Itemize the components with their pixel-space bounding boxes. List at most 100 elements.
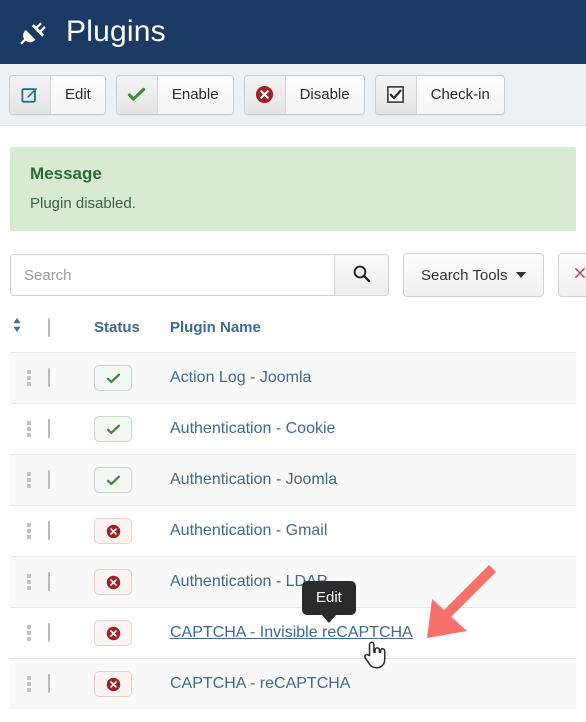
row-checkbox-cell — [48, 454, 94, 506]
search-submit-button[interactable] — [334, 255, 388, 295]
row-drag-cell — [10, 352, 48, 404]
table-row: Authentication - Gmail — [10, 505, 576, 557]
row-drag-cell — [10, 505, 48, 557]
row-checkbox[interactable] — [48, 470, 50, 489]
row-checkbox[interactable] — [48, 674, 50, 693]
column-header-status[interactable]: Status — [94, 316, 170, 353]
message-text: Plugin disabled. — [30, 195, 136, 212]
check-icon — [106, 475, 120, 485]
row-status-cell — [94, 403, 170, 455]
plug-icon — [16, 15, 50, 49]
column-header-plugin-name[interactable]: Plugin Name — [170, 316, 576, 353]
status-badge-enabled[interactable] — [94, 467, 132, 493]
toolbar: Edit Enable Disable Check-in — [0, 64, 586, 126]
disable-button[interactable]: Disable — [243, 74, 365, 115]
drag-handle-icon[interactable] — [10, 472, 48, 488]
table-head: Status Plugin Name — [10, 316, 576, 353]
plugin-name-link[interactable]: CAPTCHA - Invisible reCAPTCHA — [170, 624, 413, 641]
status-badge-enabled[interactable] — [94, 416, 132, 442]
search-tools-label: Search Tools — [421, 266, 508, 284]
row-checkbox-cell — [48, 658, 94, 709]
status-badge-enabled[interactable] — [94, 365, 132, 391]
edit-tooltip-label: Edit — [316, 589, 342, 606]
search-group — [10, 254, 389, 296]
table-row: Authentication - Cookie — [10, 403, 576, 455]
row-status-cell — [94, 454, 170, 506]
edit-button-label: Edit — [51, 75, 105, 114]
circle-x-icon — [106, 524, 120, 538]
plugin-name-link[interactable]: Authentication - Gmail — [170, 522, 327, 539]
row-status-cell — [94, 607, 170, 659]
drag-handle-icon[interactable] — [10, 676, 48, 692]
message-title: Message — [30, 164, 102, 183]
check-icon — [106, 373, 120, 383]
clear-icon — [573, 266, 586, 285]
chevron-down-icon — [516, 272, 527, 278]
select-all-checkbox[interactable] — [48, 317, 50, 337]
row-name-cell: Action Log - Joomla — [170, 352, 576, 404]
row-name-cell: CAPTCHA - reCAPTCHA — [170, 658, 576, 709]
clear-button[interactable] — [558, 253, 586, 297]
pencil-square-icon — [10, 75, 51, 114]
drag-handle-icon[interactable] — [10, 625, 48, 641]
search-input[interactable] — [11, 255, 334, 295]
enable-button[interactable]: Enable — [115, 74, 234, 115]
drag-handle-icon[interactable] — [10, 574, 48, 590]
row-drag-cell — [10, 403, 48, 455]
row-checkbox-cell — [48, 556, 94, 608]
column-header-ordering[interactable] — [10, 316, 48, 353]
plugins-page: Plugins Edit Enable Disable Check-in Mes… — [0, 0, 586, 722]
check-icon — [116, 75, 158, 114]
plugin-name-link[interactable]: Authentication - Joomla — [170, 471, 337, 488]
row-checkbox-cell — [48, 403, 94, 455]
circle-x-icon — [244, 75, 286, 114]
row-drag-cell — [10, 607, 48, 659]
row-checkbox-cell — [48, 505, 94, 557]
disable-button-label: Disable — [285, 75, 364, 114]
row-drag-cell — [10, 658, 48, 709]
table-row: CAPTCHA - reCAPTCHA — [10, 658, 576, 709]
row-name-cell: Authentication - LDAP — [170, 556, 576, 608]
plugin-name-link[interactable]: CAPTCHA - reCAPTCHA — [170, 675, 350, 692]
row-checkbox[interactable] — [48, 572, 50, 591]
row-checkbox[interactable] — [48, 521, 50, 540]
enable-button-label: Enable — [157, 75, 233, 114]
search-tools-button[interactable]: Search Tools — [403, 253, 545, 297]
check-in-button[interactable]: Check-in — [374, 74, 505, 115]
edit-tooltip: Edit — [302, 581, 356, 623]
row-status-cell — [94, 505, 170, 557]
plugin-name-link[interactable]: Authentication - Cookie — [170, 420, 335, 437]
message-alert: Message Plugin disabled. — [10, 147, 576, 231]
drag-handle-icon[interactable] — [10, 370, 48, 386]
row-name-cell: CAPTCHA - Invisible reCAPTCHA — [170, 607, 576, 659]
status-badge-disabled[interactable] — [94, 518, 132, 544]
check-in-button-label: Check-in — [416, 75, 504, 114]
row-status-cell — [94, 658, 170, 709]
table-row: CAPTCHA - Invisible reCAPTCHA — [10, 607, 576, 659]
column-header-select-all[interactable] — [48, 316, 94, 353]
row-checkbox-cell — [48, 352, 94, 404]
row-checkbox[interactable] — [48, 623, 50, 642]
search-bar: Search Tools — [10, 253, 586, 297]
drag-handle-icon[interactable] — [10, 523, 48, 539]
row-checkbox[interactable] — [48, 419, 50, 438]
row-checkbox-cell — [48, 607, 94, 659]
row-drag-cell — [10, 556, 48, 608]
row-status-cell — [94, 352, 170, 404]
table-body: Action Log - Joomla Authentication - Cook… — [10, 352, 576, 709]
edit-button[interactable]: Edit — [9, 74, 106, 115]
status-badge-disabled[interactable] — [94, 569, 132, 595]
row-checkbox[interactable] — [48, 368, 50, 387]
plugin-name-link[interactable]: Action Log - Joomla — [170, 369, 311, 386]
row-drag-cell — [10, 454, 48, 506]
check-icon — [106, 424, 120, 434]
drag-handle-icon[interactable] — [10, 421, 48, 437]
status-badge-disabled[interactable] — [94, 671, 132, 697]
row-status-cell — [94, 556, 170, 608]
status-badge-disabled[interactable] — [94, 620, 132, 646]
plugins-table: Status Plugin Name Action Log - Joomla Au… — [10, 316, 576, 709]
table-header-row: Status Plugin Name — [10, 316, 576, 353]
row-name-cell: Authentication - Gmail — [170, 505, 576, 557]
circle-x-icon — [106, 677, 120, 691]
row-name-cell: Authentication - Cookie — [170, 403, 576, 455]
